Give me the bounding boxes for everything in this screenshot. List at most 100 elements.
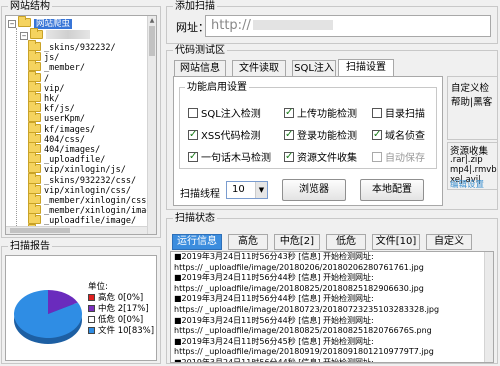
swatch-medium — [88, 305, 95, 312]
checkbox-login[interactable] — [284, 128, 294, 141]
option-label: 自动保存 — [385, 153, 425, 164]
option-dir-scan[interactable]: 目录扫描 — [372, 108, 425, 121]
legend-medium-label: 中危 — [98, 304, 116, 314]
collapse-icon[interactable]: − — [8, 20, 16, 28]
checkbox-domain-recon[interactable] — [372, 128, 382, 141]
legend-low-value: 0[0%] — [117, 315, 144, 325]
legend-medium: 中危 2[17%] — [88, 304, 154, 315]
legend-files: 文件 10[83%] — [88, 326, 154, 337]
custom-check-content[interactable]: 帮助|黑客 — [451, 94, 492, 108]
checkbox-webshell[interactable] — [188, 150, 198, 163]
tab-low-risk[interactable]: 低危 — [326, 234, 366, 250]
log-line: https:// _uploadfile/image/20180919/2018… — [174, 347, 434, 357]
option-label: 域名侦查 — [385, 131, 425, 142]
log-line: ■2019年3月24日11时56分44秒 [信息] 开始检测网址: — [174, 273, 374, 283]
tab-custom[interactable]: 自定义 — [426, 234, 472, 250]
tab-sql-injection[interactable]: SQL注入 — [292, 60, 336, 77]
option-upload[interactable]: 上传功能检测 — [284, 106, 357, 121]
log-line: ■2019年3月24日11时56分43秒 [信息] 开始检测网址: — [174, 252, 374, 261]
threads-label: 扫描线程 — [180, 189, 220, 200]
tab-medium-risk[interactable]: 中危[2] — [274, 234, 320, 250]
legend-high: 高危 0[0%] — [88, 293, 154, 304]
log-line: ■2019年3月24日11时56分45秒 [信息] 开始检测网址: — [174, 336, 374, 346]
legend-files-label: 文件 — [98, 326, 116, 336]
log-line: https:// _uploadfile/image/20180825/2018… — [174, 326, 432, 336]
threads-select[interactable]: 10 ▼ — [226, 181, 268, 199]
tab-site-info[interactable]: 网站信息 — [174, 60, 226, 77]
option-auto-save: 自动保存 — [372, 152, 425, 165]
collapse-icon[interactable]: − — [20, 32, 28, 40]
option-label: 资源文件收集 — [297, 153, 357, 164]
local-config-button[interactable]: 本地配置 — [360, 179, 424, 201]
chevron-down-icon[interactable]: ▼ — [255, 182, 267, 198]
checkbox-resource-collect[interactable] — [284, 150, 294, 163]
custom-check-title: 自定义检 — [451, 83, 490, 94]
legend-low: 低危 0[0%] — [88, 315, 154, 326]
tab-high-risk[interactable]: 高危 — [228, 234, 268, 250]
function-settings-group: 功能启用设置 SQL注入检测 上传功能检测 目录扫描 XSS代码检测 登录功能检… — [179, 82, 437, 169]
run-info-log[interactable]: ■2019年3月24日11时56分43秒 [信息] 开始检测网址: https:/… — [170, 251, 494, 363]
option-login[interactable]: 登录功能检测 — [284, 128, 357, 143]
tab-scan-settings[interactable]: 扫描设置 — [338, 59, 394, 77]
option-xss[interactable]: XSS代码检测 — [188, 128, 261, 143]
tab-files[interactable]: 文件[10] — [372, 234, 420, 250]
url-input[interactable]: http:// — [205, 15, 491, 37]
option-label: XSS代码检测 — [201, 131, 261, 142]
checkbox-upload[interactable] — [284, 106, 294, 119]
legend-high-label: 高危 — [98, 293, 116, 303]
scan-report-panel: 扫描报告 单位: 高危 0[0%] 中危 2[17%] 低危 0[0%] 文件 … — [1, 241, 161, 364]
legend-unit: 单位: — [88, 282, 108, 292]
option-sql-injection[interactable]: SQL注入检测 — [188, 108, 261, 121]
add-scan-title: 添加扫描 — [173, 1, 217, 13]
site-structure-title: 网站结构 — [8, 1, 52, 13]
option-webshell[interactable]: 一句话木马检测 — [188, 150, 271, 165]
checkbox-dir-scan[interactable] — [372, 108, 382, 118]
tree-item-label[interactable]: _member/ — [44, 63, 85, 73]
tree-horizontal-scrollbar[interactable] — [6, 226, 147, 234]
legend-low-label: 低危 — [98, 315, 116, 325]
log-vertical-scrollbar[interactable] — [484, 252, 493, 362]
swatch-files — [88, 327, 95, 334]
browser-button[interactable]: 浏览器 — [282, 179, 346, 201]
report-pie-chart — [13, 290, 82, 344]
checkbox-sql-injection[interactable] — [188, 108, 198, 118]
tree-connector — [16, 28, 17, 234]
host-name-redacted — [46, 30, 90, 39]
log-line: https:// _uploadfile/image/20180723/2018… — [174, 304, 440, 314]
scrollbar-thumb[interactable] — [149, 26, 155, 56]
tree-vertical-scrollbar[interactable]: ▲ — [147, 16, 156, 234]
scan-status-title: 扫描状态 — [173, 213, 217, 225]
checkbox-auto-save — [372, 152, 382, 162]
folder-icon — [18, 16, 31, 27]
checkbox-xss[interactable] — [188, 128, 198, 141]
option-label: 目录扫描 — [385, 109, 425, 120]
tab-file-read[interactable]: 文件读取 — [232, 60, 286, 77]
swatch-high — [88, 294, 95, 301]
scroll-up-icon[interactable]: ▲ — [148, 16, 156, 25]
log-line: https:// _uploadfile/image/20180206/2018… — [174, 262, 424, 272]
add-scan-panel: 添加扫描 网址： http:// — [166, 1, 498, 44]
scrollbar-thumb[interactable] — [10, 228, 70, 233]
url-value: http:// — [211, 18, 251, 33]
tree-root[interactable]: − 网站爬虫 — [8, 16, 73, 30]
tree-root-label[interactable]: 网站爬虫 — [34, 19, 73, 29]
option-resource-collect[interactable]: 资源文件收集 — [284, 150, 357, 165]
swatch-low — [88, 316, 95, 323]
log-line: ■2019年3月24日11时56分44秒 [信息] 开始检测网址: — [174, 294, 374, 304]
resource-collect-group: 资源收集 .rar|.zip mp4|.rmvb xe|.avi| 编辑设置 — [447, 142, 498, 190]
code-test-title: 代码测试区 — [173, 45, 227, 57]
option-domain-recon[interactable]: 域名侦查 — [372, 128, 425, 143]
tab-run-info[interactable]: 运行信息 — [172, 234, 222, 250]
url-redacted — [252, 20, 333, 30]
option-label: 上传功能检测 — [297, 109, 357, 120]
scan-report-title: 扫描报告 — [8, 241, 52, 253]
legend-files-value: 10[83%] — [117, 326, 155, 336]
legend-high-value: 0[0%] — [117, 293, 144, 303]
scan-settings-panel: 功能启用设置 SQL注入检测 上传功能检测 目录扫描 XSS代码检测 登录功能检… — [173, 76, 443, 206]
folder-icon — [30, 28, 43, 39]
log-line: ■2019年3月24日11时56分44秒 [信息] 开始检测网址: — [174, 357, 374, 363]
report-legend: 单位: 高危 0[0%] 中危 2[17%] 低危 0[0%] 文件 10[83… — [88, 282, 154, 337]
option-label: 登录功能检测 — [297, 131, 357, 142]
edit-settings-link[interactable]: 编辑设置 — [450, 178, 484, 189]
site-tree[interactable]: − 网站爬虫 − _skins/932232/js/_member// vip/hk… — [5, 15, 157, 235]
